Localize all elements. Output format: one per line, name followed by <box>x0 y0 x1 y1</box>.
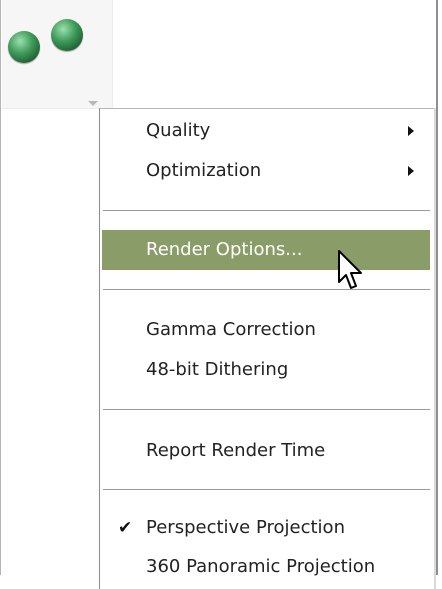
mouse-cursor-icon <box>338 250 362 289</box>
menu-item-label: Report Render Time <box>146 440 326 461</box>
menu-item-label: Quality <box>146 120 211 141</box>
menu-item-48bit-dithering[interactable]: 48-bit Dithering <box>100 350 430 390</box>
menu-separator <box>103 409 430 411</box>
check-icon: ✔ <box>118 518 133 538</box>
menu-item-label: Perspective Projection <box>146 517 345 538</box>
menu-item-label: Render Options... <box>146 239 303 260</box>
menu-item-optimization[interactable]: Optimization <box>100 151 430 191</box>
app-window: Quality Optimization Render Options... G… <box>0 0 438 589</box>
menu-item-label: 48-bit Dithering <box>146 359 289 380</box>
submenu-arrow-icon <box>408 126 414 136</box>
menu-item-report-render-time[interactable]: Report Render Time <box>100 431 430 471</box>
menu-item-label: 360 Panoramic Projection <box>146 556 376 577</box>
menu-separator <box>103 210 430 212</box>
menu-item-label: Gamma Correction <box>146 319 316 340</box>
menu-item-render-options[interactable]: Render Options... <box>102 230 430 270</box>
render-context-menu: Quality Optimization Render Options... G… <box>99 108 434 589</box>
sphere-icon <box>8 31 40 63</box>
menu-separator <box>103 489 430 491</box>
dropdown-arrow-icon[interactable] <box>88 101 98 106</box>
menu-separator <box>103 289 430 291</box>
render-toolbar-button[interactable] <box>2 0 113 109</box>
sphere-icon <box>51 19 83 51</box>
menu-item-gamma-correction[interactable]: Gamma Correction <box>100 310 430 350</box>
menu-item-quality[interactable]: Quality <box>100 111 430 151</box>
submenu-arrow-icon <box>408 166 414 176</box>
menu-item-perspective-projection[interactable]: ✔ Perspective Projection <box>100 508 430 548</box>
menu-item-360-panoramic-projection[interactable]: 360 Panoramic Projection <box>100 547 430 587</box>
menu-item-label: Optimization <box>146 160 262 181</box>
